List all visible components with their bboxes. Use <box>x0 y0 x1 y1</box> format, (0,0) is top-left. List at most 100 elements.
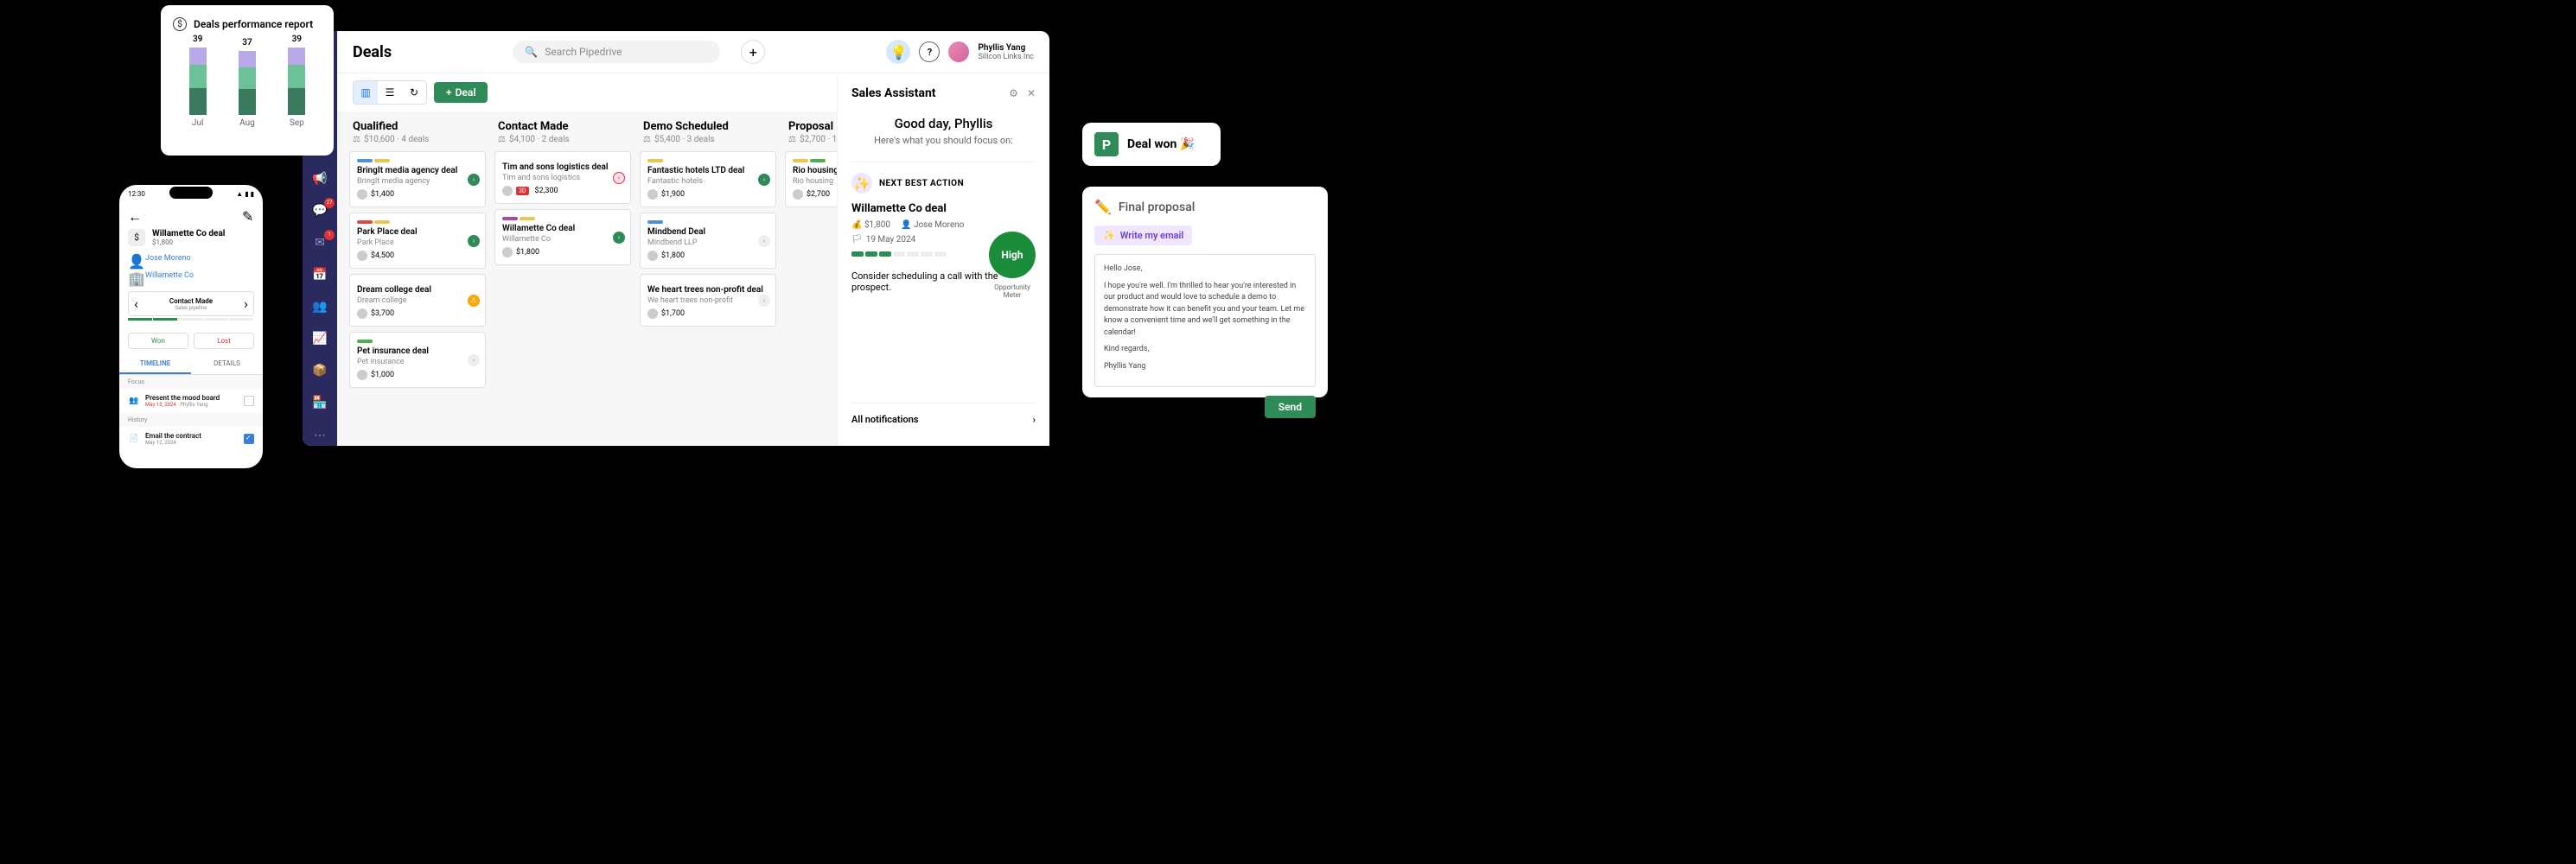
card-org: Willamette Co <box>502 235 623 244</box>
column-title: Demo Scheduled <box>640 120 776 133</box>
column-meta: ⚖ $4,100 · 2 deals <box>494 133 631 151</box>
card-price: $2,300 <box>535 187 558 195</box>
sidebar-item-calendar[interactable]: 📅 <box>308 264 332 286</box>
sales-assistant-panel: Sales Assistant ⚙ ✕ Good day, Phyllis He… <box>837 76 1049 446</box>
card-price: $1,800 <box>661 251 685 260</box>
edit-icon[interactable]: ✎ <box>242 208 254 220</box>
deal-card[interactable]: Tim and sons logistics deal Tim and sons… <box>494 151 631 204</box>
bar-category: Sep <box>290 118 304 128</box>
plus-icon: + <box>446 86 452 98</box>
column-meta: ⚖ $10,600 · 4 deals <box>349 133 486 151</box>
activity-row[interactable]: 📄 Email the contract May 12, 2024 <box>119 427 263 451</box>
timeline-tab[interactable]: TIMELINE <box>119 354 191 374</box>
phone-time: 12:30 <box>128 190 145 198</box>
avatar-icon <box>647 189 658 200</box>
deal-card[interactable]: Fantastic hotels LTD deal Fantastic hote… <box>640 151 776 207</box>
person-icon: 👤 <box>128 253 138 264</box>
help-button[interactable]: ? <box>919 41 940 62</box>
mobile-phone-mockup: 12:30 ▲ ▮ ▮ ← ✎ $ Willamette Co deal $1,… <box>114 180 268 473</box>
email-subject[interactable]: Final proposal <box>1119 200 1195 214</box>
kanban-column: Demo Scheduled ⚖ $5,400 · 3 deals Fantas… <box>640 111 776 434</box>
kanban-view-button[interactable]: ▥ <box>354 81 378 104</box>
back-icon[interactable]: ← <box>128 208 140 220</box>
sidebar-item-mail[interactable]: ✉1 <box>308 232 332 254</box>
forecast-view-button[interactable]: ↻ <box>402 81 426 104</box>
status-indicator-icon: › <box>613 232 625 244</box>
bar-category: Aug <box>239 118 255 128</box>
sidebar-item-insights[interactable]: 📈 <box>308 328 332 350</box>
column-title: Contact Made <box>494 120 631 133</box>
user-avatar[interactable] <box>948 41 969 62</box>
write-my-email-button[interactable]: ✨ Write my email <box>1094 226 1192 245</box>
activity-row[interactable]: 👥 Present the mood board May 15, 2024 · … <box>119 389 263 413</box>
bar-value: 39 <box>292 35 302 44</box>
deal-card[interactable]: We heart trees non-profit deal We heart … <box>640 274 776 327</box>
assist-deal-name[interactable]: Willamette Co deal <box>851 202 1036 215</box>
deal-card[interactable]: Pet insurance deal Pet insurance $1,000 … <box>349 332 486 388</box>
settings-icon[interactable]: ⚙ <box>1009 87 1018 99</box>
sidebar-item-campaigns[interactable]: 📢 <box>308 168 332 190</box>
kanban-column: Contact Made ⚖ $4,100 · 2 deals Tim and … <box>494 111 631 434</box>
sidebar-item-chat[interactable]: 💬27 <box>308 200 332 222</box>
sidebar-item-products[interactable]: 📦 <box>308 360 332 382</box>
card-price: $1,900 <box>661 190 685 199</box>
status-indicator-icon: › <box>468 354 480 366</box>
company-row[interactable]: 🏢 Willamette Co <box>119 267 263 284</box>
view-toggle: ▥ ☰ ↻ <box>353 80 427 105</box>
sidebar-item-marketplace[interactable]: 🏪 <box>308 392 332 414</box>
performance-report-widget: $ Deals performance report 39 Jul37 Aug3… <box>161 5 334 156</box>
assistant-subtitle: Here's what you should focus on: <box>851 135 1036 146</box>
all-notifications-link[interactable]: All notifications › <box>851 403 1036 435</box>
avatar-icon <box>502 186 513 196</box>
avatar-icon <box>502 247 513 257</box>
dollar-icon: $ <box>173 17 187 31</box>
card-price: $4,500 <box>371 251 394 260</box>
sidebar-item-more[interactable]: ⋯ <box>308 424 332 446</box>
insights-bulb-button[interactable]: 💡 <box>886 40 910 64</box>
details-tab[interactable]: DETAILS <box>191 354 263 374</box>
contact-row[interactable]: 👤 Jose Moreno <box>119 250 263 267</box>
avatar-icon <box>357 308 367 319</box>
deal-card[interactable]: Park Place deal Park Place $4,500 › <box>349 213 486 269</box>
deal-card[interactable]: Mindbend Deal Mindbend LLP $1,800 › <box>640 213 776 269</box>
deal-card[interactable]: Dream college deal Dream college $3,700 … <box>349 274 486 327</box>
deal-card[interactable]: Willamette Co deal Willamette Co $1,800 … <box>494 209 631 265</box>
pipedrive-logo-icon: P <box>1094 132 1119 156</box>
search-input[interactable]: 🔍 Search Pipedrive <box>513 41 720 63</box>
chevron-right-icon[interactable]: › <box>244 295 248 312</box>
user-name: Phyllis Yang <box>978 43 1034 53</box>
history-section-label: History <box>119 413 263 427</box>
lost-button[interactable]: Lost <box>194 333 254 349</box>
bar-category: Jul <box>192 118 203 128</box>
won-button[interactable]: Won <box>128 333 188 349</box>
pipeline-stage-selector[interactable]: ‹ Contact Made Sales pipeline › <box>128 291 254 316</box>
card-title: Willamette Co deal <box>502 224 623 233</box>
deal-won-notification: P Deal won 🎉 <box>1082 123 1221 166</box>
card-price: $1,800 <box>516 248 539 257</box>
activity-checkbox[interactable] <box>244 396 254 406</box>
send-button[interactable]: Send <box>1265 396 1316 418</box>
nba-label: NEXT BEST ACTION <box>879 179 964 188</box>
phone-deal-price: $1,800 <box>152 238 225 246</box>
deal-card[interactable]: BringIt media agency deal BringIt media … <box>349 151 486 207</box>
add-deal-button[interactable]: +Deal <box>434 82 488 103</box>
present-icon: 👥 <box>128 395 140 407</box>
close-icon[interactable]: ✕ <box>1027 87 1036 99</box>
status-indicator-icon: › <box>758 235 770 247</box>
add-button[interactable]: + <box>741 40 765 64</box>
phone-deal-name: Willamette Co deal <box>152 229 225 238</box>
sidebar-item-contacts[interactable]: 👥 <box>308 296 332 318</box>
activity-checkbox[interactable] <box>244 434 254 444</box>
status-indicator-icon: › <box>758 295 770 307</box>
page-title: Deals <box>353 43 392 61</box>
email-body-textarea[interactable]: Hello Jose, I hope you're well. I'm thri… <box>1094 254 1316 387</box>
card-org: Mindbend LLP <box>647 238 768 247</box>
assist-deal-owner: 👤 Jose Moreno <box>901 220 964 230</box>
card-price: $1,000 <box>371 371 394 379</box>
list-view-button[interactable]: ☰ <box>378 81 402 104</box>
assistant-title: Sales Assistant <box>851 86 936 100</box>
column-title: Qualified <box>349 120 486 133</box>
avatar-icon <box>647 251 658 261</box>
chevron-left-icon[interactable]: ‹ <box>134 295 138 312</box>
card-title: Pet insurance deal <box>357 346 478 356</box>
